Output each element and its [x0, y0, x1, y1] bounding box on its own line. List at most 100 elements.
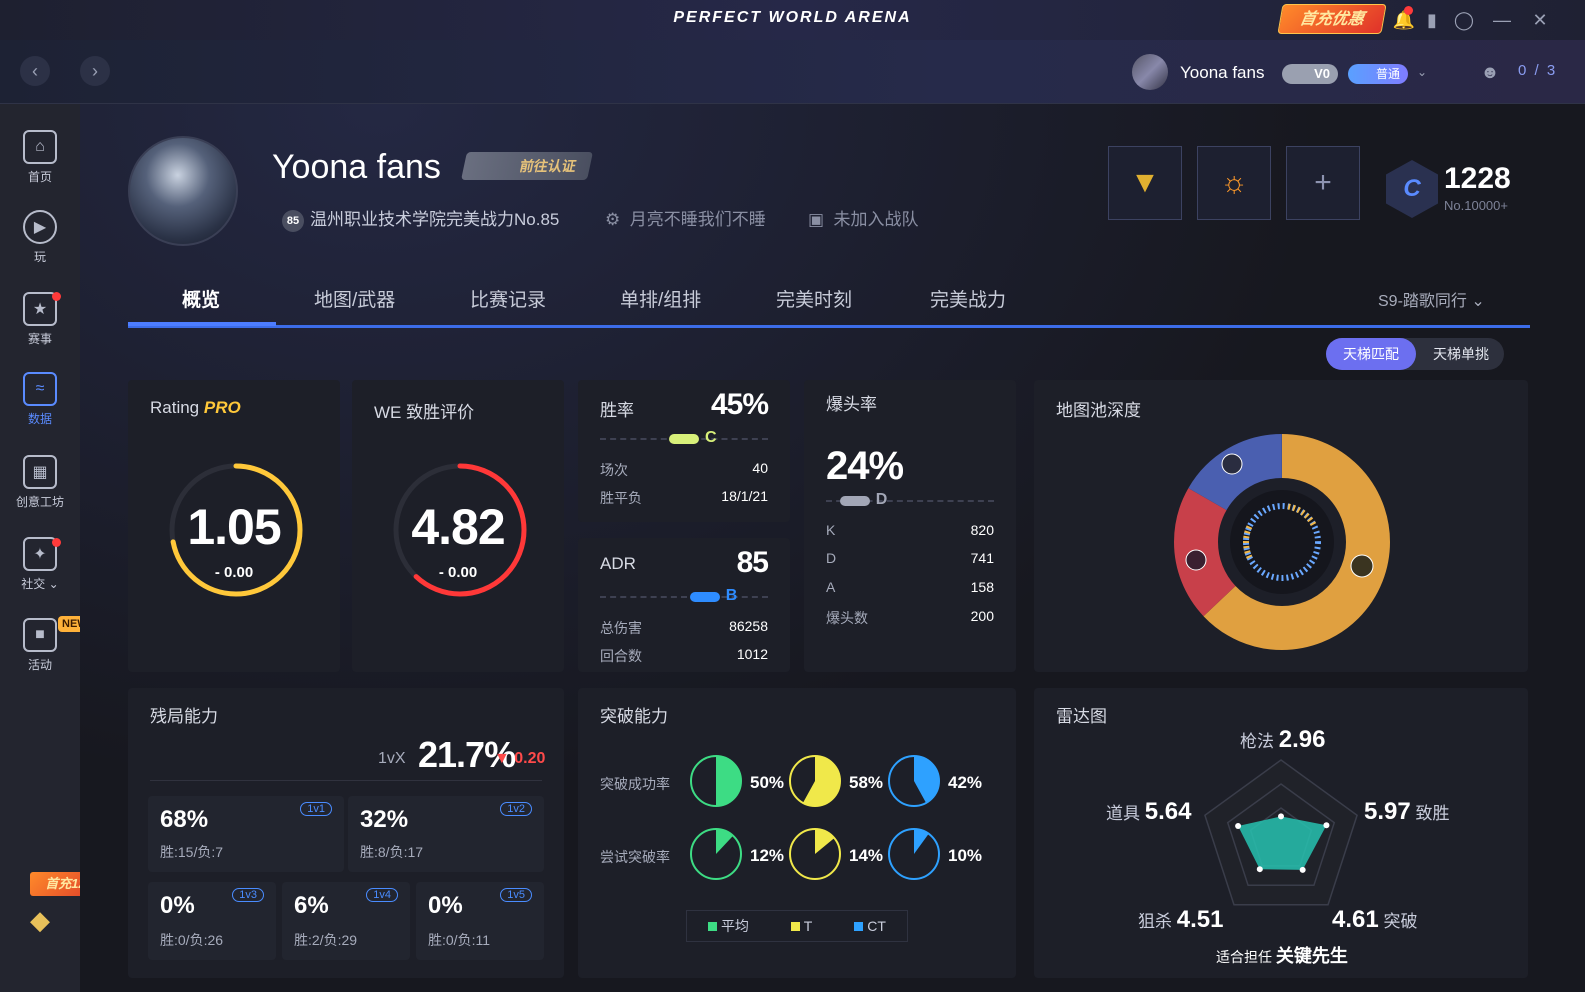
sidebar-item-data[interactable]: ≈ 数据	[0, 372, 80, 427]
breakthrough-pie	[690, 755, 742, 807]
add-medal-button[interactable]: +	[1286, 146, 1360, 220]
sidebar-item-label: 创意工坊	[15, 495, 64, 509]
breakthrough-pct: 50%	[750, 773, 784, 792]
rank-score: 1228	[1444, 162, 1511, 195]
adr-grade: B	[725, 587, 738, 604]
breakthrough-pct: 10%	[948, 846, 982, 865]
headshot-grade: D	[875, 491, 888, 508]
breakthrough-pie	[789, 755, 841, 807]
mode-ladder-duel[interactable]: 天梯单挑	[1418, 338, 1504, 370]
winrate-row: 胜平负 18/1/21	[600, 488, 768, 506]
sidebar-item-social[interactable]: ✦ 社交 ⌄	[0, 537, 80, 592]
radar-card: 雷达图 枪法 2.96 5.97 致胜 4.61 突破 狙杀 4.51 道具 5…	[1034, 688, 1528, 978]
season-select[interactable]: S9-踏歌同行 ⌄	[1378, 287, 1485, 311]
radar-point	[1323, 822, 1330, 829]
team-icon: ▣	[808, 210, 825, 229]
team-text: 未加入战队	[833, 210, 919, 229]
headshot-title: 爆头率	[826, 395, 877, 414]
headshot-row: D 741	[826, 550, 994, 566]
sidebar-item-events[interactable]: ★ 赛事	[0, 292, 80, 347]
radar-label-sniper: 狙杀 4.51	[1138, 906, 1224, 933]
breakthrough-pct: 14%	[849, 846, 883, 865]
legend-ct: CT	[854, 918, 886, 934]
sidebar-item-home[interactable]: ⌂ 首页	[0, 130, 80, 185]
rating-value: 1.05	[187, 499, 281, 555]
breakthrough-row1-label: 突破成功率	[600, 776, 670, 792]
radar-label-win: 5.97 致胜	[1364, 798, 1450, 825]
clutch-cell: 6% 1v4 胜:2/负:29	[282, 882, 410, 960]
clutch-title: 残局能力	[150, 707, 218, 726]
school-info[interactable]: 85 温州职业技术学院完美战力No.85	[282, 205, 559, 232]
motto-text: 月亮不睡我们不睡	[629, 210, 766, 229]
nav-bar: ‹ › Yoona fans V0 普通 ⌄ ☻ 0 / 3	[0, 40, 1585, 104]
first-charge-promo-button[interactable]: 首充优惠	[1277, 4, 1387, 34]
friends-icon[interactable]: ☻	[1478, 60, 1502, 84]
diamond-icon[interactable]: ◆	[24, 907, 56, 936]
shield-icon[interactable]: ◯	[1452, 8, 1476, 32]
we-value: 4.82	[411, 499, 505, 555]
adr-row: 总伤害 86258	[600, 618, 768, 636]
tab-overview[interactable]: 概览	[182, 285, 220, 312]
signal-icon[interactable]: ▮	[1420, 8, 1444, 32]
close-icon[interactable]: ✕	[1528, 8, 1552, 32]
profile-avatar[interactable]	[128, 136, 238, 246]
clutch-cell: 68% 1v1 胜:15/负:7	[148, 796, 344, 872]
radar-label-break: 4.61 突破	[1332, 906, 1418, 933]
headshot-card: 爆头率 24% D K 820 D 741 A 158 爆头数 200	[804, 380, 1016, 672]
breakthrough-pie	[888, 828, 940, 880]
sidebar-item-label: 赛事	[27, 332, 52, 346]
headshot-value: 24%	[826, 444, 904, 488]
clutch-divider	[150, 780, 542, 781]
radar-point	[1256, 866, 1263, 873]
radar-label-utility: 道具 5.64	[1106, 798, 1192, 825]
map-pool-donut	[1174, 434, 1390, 650]
headshot-row: 爆头数 200	[826, 608, 994, 626]
medal-planet-icon[interactable]: ☼	[1197, 146, 1271, 220]
home-icon: ⌂	[23, 130, 57, 164]
winrate-grade: C	[705, 429, 717, 446]
nav-username[interactable]: Yoona fans	[1180, 63, 1264, 83]
breakthrough-pie	[888, 755, 940, 807]
school-text: 温州职业技术学院完美战力No.85	[310, 210, 560, 229]
map-pool-card: 地图池深度	[1034, 380, 1528, 672]
gift-icon: ■	[23, 618, 57, 652]
adr-card: ADR 85 B 总伤害 86258 回合数 1012	[578, 538, 790, 672]
headshot-grade-marker	[839, 496, 870, 506]
tab-solo-group[interactable]: 单排/组排	[620, 285, 701, 312]
tab-perfect-power[interactable]: 完美战力	[930, 285, 1006, 312]
radar-point	[1235, 823, 1242, 830]
sidebar-item-label: 玩	[33, 250, 46, 264]
winrate-row: 场次 40	[600, 460, 768, 478]
clutch-delta-value: 0.20	[514, 750, 546, 767]
map-badge-icon	[1350, 554, 1374, 578]
sidebar-item-workshop[interactable]: ▦ 创意工坊	[0, 455, 80, 510]
minimize-icon[interactable]: —	[1490, 8, 1514, 32]
chart-icon: ≈	[23, 372, 57, 406]
chevron-down-icon[interactable]: ⌄	[1410, 60, 1434, 84]
nav-avatar[interactable]	[1132, 54, 1168, 90]
clutch-delta: ▼ 0.20	[494, 750, 546, 767]
sidebar-item-play[interactable]: ▶ 玩	[0, 210, 80, 265]
verify-button[interactable]: 前往认证	[461, 152, 593, 180]
tab-match-history[interactable]: 比赛记录	[470, 285, 546, 312]
profile-name: Yoona fans	[272, 148, 441, 186]
forward-button[interactable]: ›	[80, 56, 110, 86]
team-info[interactable]: ▣ 未加入战队	[808, 205, 919, 230]
events-dot	[52, 292, 61, 301]
friends-count[interactable]: 0 / 3	[1518, 62, 1557, 79]
tab-maps-weapons[interactable]: 地图/武器	[314, 285, 395, 312]
clutch-cell: 32% 1v2 胜:8/负:17	[348, 796, 544, 872]
tab-active-indicator	[128, 322, 276, 326]
mode-ladder-match[interactable]: 天梯匹配	[1326, 338, 1416, 370]
rating-delta: - 0.00	[214, 564, 254, 581]
back-button[interactable]: ‹	[20, 56, 50, 86]
map-badge-icon	[1185, 549, 1207, 571]
breakthrough-pies: 50% 58% 42% 12% 14% 10%	[690, 755, 982, 880]
sidebar-item-label: 数据	[27, 412, 52, 426]
medal-rank-icon[interactable]: ▼	[1108, 146, 1182, 220]
radar-role: 适合担任 关键先生	[1216, 946, 1348, 966]
tab-perfect-moments[interactable]: 完美时刻	[776, 285, 852, 312]
we-card: WE 致胜评价 4.82 - 0.00	[352, 380, 564, 672]
breakthrough-pct: 12%	[750, 846, 784, 865]
radar-title: 雷达图	[1056, 707, 1107, 726]
